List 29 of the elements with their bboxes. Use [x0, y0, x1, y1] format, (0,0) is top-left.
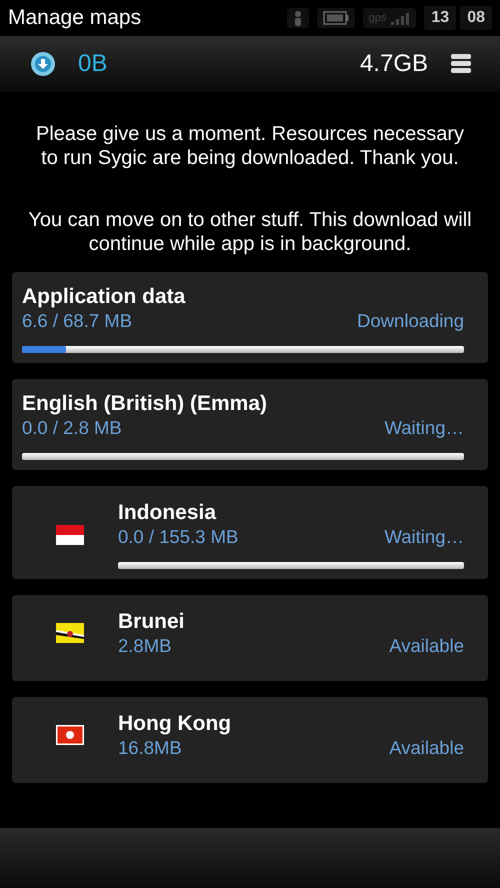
item-name: Indonesia	[118, 500, 218, 526]
clock-hour: 13	[424, 6, 456, 30]
flag-icon	[56, 725, 84, 745]
item-size: 6.6 / 68.7 MB	[22, 310, 132, 332]
item-status: Waiting…	[384, 417, 464, 439]
free-space: 4.7GB	[360, 49, 428, 79]
info-message: You can move on to other stuff. This download will continue while app is in background.	[27, 208, 473, 256]
storage-icon	[450, 52, 472, 76]
item-status: Available	[389, 635, 464, 657]
flag-icon	[56, 623, 84, 643]
item-name: English (British) (Emma)	[22, 391, 268, 417]
screen-title: Manage maps	[8, 5, 142, 32]
battery-icon	[316, 8, 355, 28]
person-icon	[286, 8, 309, 28]
item-status: Available	[389, 737, 464, 759]
flag-icon	[56, 524, 84, 544]
download-icon	[30, 51, 56, 77]
info-message: Please give us a moment. Resources necessary to run Sygic are being downloaded. Thank you.	[35, 122, 465, 170]
item-size: 2.8MB	[118, 635, 172, 657]
item-name: Hong Kong	[118, 711, 232, 737]
item-size: 0.0 / 2.8 MB	[22, 417, 122, 439]
item-status: Waiting…	[384, 526, 464, 548]
item-size: 0.0 / 155.3 MB	[118, 526, 238, 548]
item-name: Application data	[22, 284, 186, 310]
item-status: Downloading	[357, 310, 464, 332]
item-size: 16.8MB	[118, 737, 182, 759]
item-name: Brunei	[118, 609, 186, 635]
downloaded-size: 0B	[78, 49, 108, 79]
clock-minute: 08	[460, 6, 492, 30]
